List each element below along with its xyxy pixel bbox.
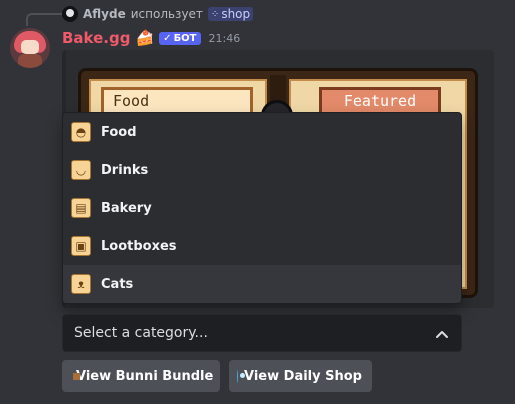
bot-badge-label: БОТ [173, 32, 197, 44]
pie-icon: ◓ [71, 122, 91, 142]
bot-avatar[interactable] [10, 28, 50, 68]
command-name: shop [221, 7, 251, 21]
chevron-up-icon [436, 331, 448, 338]
banner-tab-featured: Featured [319, 87, 441, 115]
dropdown-option-lootboxes[interactable]: ▣ Lootboxes [63, 227, 461, 265]
option-label: Lootboxes [101, 238, 177, 254]
option-label: Bakery [101, 200, 152, 216]
message-header: Bake.gg 🍰 ✓ БОТ 21:46 [62, 28, 240, 48]
reply-username[interactable]: Aflyde [83, 7, 126, 21]
reply-avatar[interactable] [62, 6, 78, 22]
option-label: Drinks [101, 162, 149, 178]
dropdown-option-food[interactable]: ◓ Food [63, 113, 461, 151]
reply-connector [26, 13, 62, 26]
bread-icon: ▤ [71, 198, 91, 218]
view-bunni-bundle-label: View Bunni Bundle [76, 368, 214, 384]
category-dropdown-menu: ◓ Food ◡ Drinks ▤ Bakery ▣ Lootboxes ᴥ C… [62, 112, 462, 304]
cat-icon: ᴥ [71, 274, 91, 294]
category-select[interactable]: Select a category... [62, 314, 462, 352]
dropdown-option-cats[interactable]: ᴥ Cats [63, 265, 461, 303]
reply-reference[interactable]: Aflyde использует ⁘ shop [62, 5, 254, 23]
select-placeholder: Select a category... [74, 325, 208, 341]
view-daily-shop-label: View Daily Shop [244, 368, 362, 384]
globe-icon [237, 369, 246, 383]
dropdown-option-drinks[interactable]: ◡ Drinks [63, 151, 461, 189]
reply-action: использует [130, 7, 203, 21]
option-label: Cats [101, 276, 134, 292]
bot-username[interactable]: Bake.gg [62, 29, 130, 47]
timestamp[interactable]: 21:46 [209, 32, 241, 45]
banner-tab-food: Food [101, 87, 253, 115]
dropdown-option-bakery[interactable]: ▤ Bakery [63, 189, 461, 227]
command-chip[interactable]: ⁘ shop [207, 7, 254, 21]
option-label: Food [101, 124, 137, 140]
cup-icon: ◡ [71, 160, 91, 180]
view-bunni-bundle-button[interactable]: View Bunni Bundle [62, 360, 220, 392]
command-icon: ⁘ [210, 8, 220, 20]
bot-badge: ✓ БОТ [159, 31, 201, 45]
cake-icon: 🍰 [135, 29, 155, 47]
view-daily-shop-button[interactable]: View Daily Shop [229, 360, 372, 392]
box-icon: ▣ [71, 236, 91, 256]
check-icon: ✓ [163, 32, 172, 44]
